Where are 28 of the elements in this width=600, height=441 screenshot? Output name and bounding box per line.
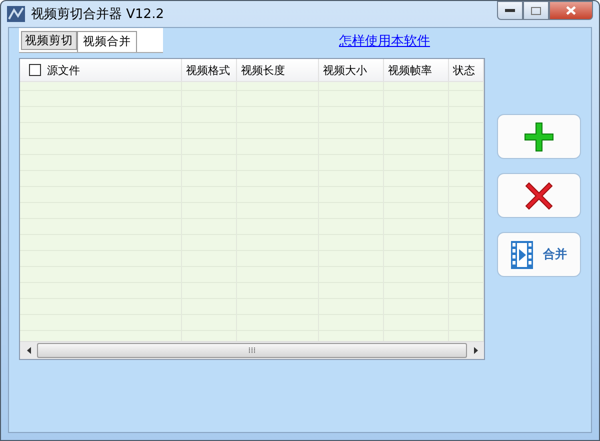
close-button[interactable] xyxy=(549,1,593,20)
select-all-checkbox[interactable] xyxy=(29,64,41,76)
maximize-button[interactable] xyxy=(523,1,549,20)
column-header[interactable]: 源文件 xyxy=(47,62,80,78)
cross-icon xyxy=(525,182,553,210)
merge-button[interactable]: 合并 xyxy=(497,232,581,277)
plus-icon xyxy=(523,120,555,152)
window-title: 视频剪切合并器 V12.2 xyxy=(31,6,165,23)
column-header[interactable]: 视频帧率 xyxy=(388,62,432,78)
minimize-icon xyxy=(505,8,515,12)
maximize-icon xyxy=(531,6,541,14)
help-link[interactable]: 怎样使用本软件 xyxy=(339,32,430,50)
minimize-button[interactable] xyxy=(497,1,523,20)
column-header[interactable]: 视频长度 xyxy=(241,62,285,78)
column-header[interactable]: 视频格式 xyxy=(186,62,230,78)
horizontal-scrollbar[interactable]: ⁞⁞⁞ xyxy=(20,341,484,359)
app-icon xyxy=(7,6,25,22)
column-header[interactable]: 视频大小 xyxy=(323,62,367,78)
column-header[interactable]: 状态 xyxy=(453,62,475,78)
right-arrow-icon[interactable] xyxy=(474,347,478,354)
tab[interactable]: 视频剪切 xyxy=(21,31,77,50)
tab[interactable]: 视频合并 xyxy=(77,31,137,52)
film-play-icon xyxy=(511,240,533,268)
left-arrow-icon[interactable] xyxy=(26,347,30,354)
close-icon xyxy=(566,6,576,15)
scroll-thumb[interactable]: ⁞⁞⁞ xyxy=(37,343,467,358)
add-button[interactable] xyxy=(497,114,581,159)
delete-button[interactable] xyxy=(497,173,581,218)
